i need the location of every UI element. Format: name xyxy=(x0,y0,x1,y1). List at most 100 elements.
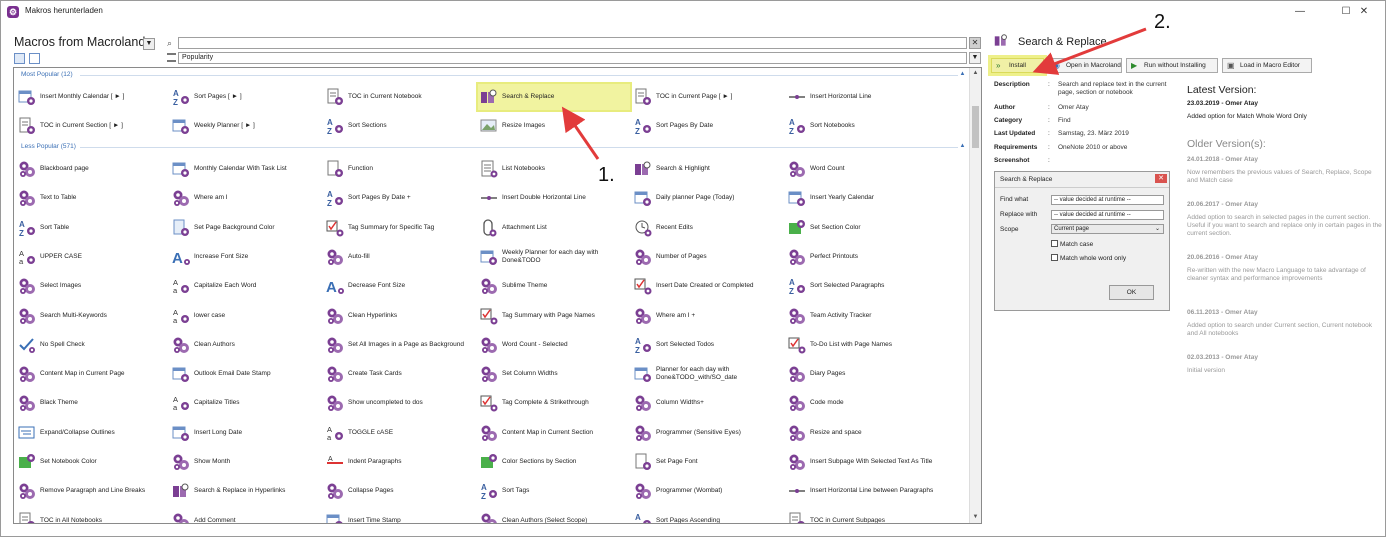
macro-item[interactable]: A Increase Font Size xyxy=(170,244,322,270)
macro-item[interactable]: Aa Capitalize Titles xyxy=(170,390,322,416)
macro-item[interactable]: Create Task Cards xyxy=(324,361,476,387)
sort-dropdown-arrow[interactable]: ▼ xyxy=(969,52,981,64)
macro-item[interactable]: Insert Subpage With Selected Text As Tit… xyxy=(786,449,938,475)
macro-item[interactable]: Content Map in Current Section xyxy=(478,420,630,446)
macro-item[interactable]: Set Column Widths xyxy=(478,361,630,387)
install-button[interactable]: » Install xyxy=(991,58,1044,73)
macro-item[interactable]: Insert Horizontal Line between Paragraph… xyxy=(786,478,938,504)
macro-item[interactable]: Clean Authors (Select Scope) xyxy=(478,508,630,523)
macro-item[interactable]: No Spell Check xyxy=(16,332,168,358)
macro-item[interactable]: Insert Horizontal Line xyxy=(786,84,938,110)
macro-item[interactable]: Attachment List xyxy=(478,215,630,241)
macro-item[interactable]: Aa UPPER CASE xyxy=(16,244,168,270)
close-button[interactable]: ✕ xyxy=(1341,1,1385,23)
open-in-macroland-button[interactable]: ◉ Open in Macroland xyxy=(1048,58,1122,73)
search-input[interactable] xyxy=(178,37,967,49)
scroll-up-arrow[interactable]: ▲ xyxy=(970,68,981,78)
macro-item[interactable]: A Z Sort Pages [ ► ] xyxy=(170,84,322,110)
macro-item[interactable]: Set Page Background Color xyxy=(170,215,322,241)
macro-item[interactable]: A Z Sort Sections xyxy=(324,113,476,139)
macro-item[interactable]: Word Count - Selected xyxy=(478,332,630,358)
macro-item[interactable]: Aa lower case xyxy=(170,303,322,329)
macro-item[interactable]: Number of Pages xyxy=(632,244,784,270)
macro-item[interactable]: Where am I + xyxy=(632,303,784,329)
minimize-button[interactable]: — xyxy=(1277,1,1323,23)
macro-item[interactable]: TOC in Current Page [ ► ] xyxy=(632,84,784,110)
macro-item[interactable]: TOC in Current Notebook xyxy=(324,84,476,110)
macro-item[interactable]: Remove Paragraph and Line Breaks xyxy=(16,478,168,504)
macro-item[interactable]: Black Theme xyxy=(16,390,168,416)
macro-item[interactable]: Insert Monthly Calendar [ ► ] xyxy=(16,84,168,110)
macro-item[interactable]: Search & Replace xyxy=(476,82,632,112)
macro-item[interactable]: A Indent Paragraphs xyxy=(324,449,476,475)
macro-item[interactable]: Aa Capitalize Each Word xyxy=(170,273,322,299)
macro-item[interactable]: Aa TOGGLE cASE xyxy=(324,420,476,446)
macro-item[interactable]: Auto-fill xyxy=(324,244,476,270)
group-header-less-popular[interactable]: Less Popular (571) xyxy=(21,143,76,150)
macro-item[interactable]: Weekly Planner [ ► ] xyxy=(170,113,322,139)
macro-item[interactable]: Collapse Pages xyxy=(324,478,476,504)
macro-item[interactable]: Insert Double Horizontal Line xyxy=(478,185,630,211)
macro-item[interactable]: A Z Sort Pages By Date xyxy=(632,113,784,139)
macro-item[interactable]: Set Notebook Color xyxy=(16,449,168,475)
macro-item[interactable]: Outlook Email Date Stamp xyxy=(170,361,322,387)
macro-item[interactable]: Tag Summary for Specific Tag xyxy=(324,215,476,241)
macro-item[interactable]: Blackboard page xyxy=(16,156,168,182)
group-header-most-popular[interactable]: Most Popular (12) xyxy=(21,71,73,78)
macro-item[interactable]: A Z Sort Pages Ascending xyxy=(632,508,784,523)
macro-item[interactable]: Insert Yearly Calendar xyxy=(786,185,938,211)
macro-item[interactable]: Text to Table xyxy=(16,185,168,211)
macro-item[interactable]: A Z Sort Selected Paragraphs xyxy=(786,273,938,299)
macro-item[interactable]: Color Sections by Section xyxy=(478,449,630,475)
macro-item[interactable]: A Z Sort Selected Todos xyxy=(632,332,784,358)
macro-item[interactable]: Monthly Calendar With Task List xyxy=(170,156,322,182)
macro-item[interactable]: Set Page Font xyxy=(632,449,784,475)
macro-item[interactable]: Sublime Theme xyxy=(478,273,630,299)
macro-item[interactable]: TOC in Current Subpages xyxy=(786,508,938,523)
macro-item[interactable]: Set All Images in a Page as Background xyxy=(324,332,476,358)
macro-item[interactable]: A Z Sort Tags xyxy=(478,478,630,504)
macro-item[interactable]: A Z Sort Table xyxy=(16,215,168,241)
macro-item[interactable]: Diary Pages xyxy=(786,361,938,387)
macro-item[interactable]: Search & Replace in Hyperlinks xyxy=(170,478,322,504)
macro-item[interactable]: Show Month xyxy=(170,449,322,475)
macro-item[interactable]: Function xyxy=(324,156,476,182)
clear-search-button[interactable]: ✕ xyxy=(969,37,981,49)
macro-item[interactable]: Clean Hyperlinks xyxy=(324,303,476,329)
macro-item[interactable]: Recent Edits xyxy=(632,215,784,241)
macro-item[interactable]: Tag Complete & Strikethrough xyxy=(478,390,630,416)
macro-item[interactable]: Column Widths+ xyxy=(632,390,784,416)
macro-item[interactable]: Content Map in Current Page xyxy=(16,361,168,387)
macro-item[interactable]: Select Images xyxy=(16,273,168,299)
macro-item[interactable]: A Z Sort Pages By Date + xyxy=(324,185,476,211)
vertical-scrollbar[interactable]: ▲ ▼ xyxy=(969,68,981,523)
macro-item[interactable]: Perfect Printouts xyxy=(786,244,938,270)
macro-item[interactable]: Insert Date Created or Completed xyxy=(632,273,784,299)
macro-item[interactable]: Set Section Color xyxy=(786,215,938,241)
macro-item[interactable]: Resize and space xyxy=(786,420,938,446)
run-without-installing-button[interactable]: ▶ Run without Installing xyxy=(1126,58,1218,73)
macro-item[interactable]: Insert Time Stamp xyxy=(324,508,476,523)
macro-item[interactable]: Programmer (Sensitive Eyes) xyxy=(632,420,784,446)
macro-item[interactable]: Tag Summary with Page Names xyxy=(478,303,630,329)
collapse-group-button[interactable]: ▲ xyxy=(958,143,967,150)
macro-item[interactable]: Insert Long Date xyxy=(170,420,322,446)
sort-select[interactable]: Popularity xyxy=(178,52,967,64)
scroll-thumb[interactable] xyxy=(972,106,979,148)
macro-item[interactable]: Resize Images xyxy=(478,113,630,139)
macro-item[interactable]: A Decrease Font Size xyxy=(324,273,476,299)
grid-view-icon[interactable] xyxy=(14,53,25,64)
source-dropdown-button[interactable]: ▼ xyxy=(143,38,155,50)
macro-item[interactable]: To-Do List with Page Names xyxy=(786,332,938,358)
macro-item[interactable]: Where am I xyxy=(170,185,322,211)
macro-item[interactable]: Programmer (Wombat) xyxy=(632,478,784,504)
macro-item[interactable]: Show uncompleted to dos xyxy=(324,390,476,416)
macro-item[interactable]: Expand/Collapse Outlines xyxy=(16,420,168,446)
macro-item[interactable]: Weekly Planner for each day with Done&TO… xyxy=(478,244,630,270)
collapse-group-button[interactable]: ▲ xyxy=(958,71,967,78)
macro-item[interactable]: Planner for each day with Done&TODO_with… xyxy=(632,361,784,387)
macro-item[interactable]: A Z Sort Notebooks xyxy=(786,113,938,139)
macro-item[interactable]: Team Activity Tracker xyxy=(786,303,938,329)
load-in-macro-editor-button[interactable]: ▣ Load in Macro Editor xyxy=(1222,58,1312,73)
macro-item[interactable]: TOC in Current Section [ ► ] xyxy=(16,113,168,139)
